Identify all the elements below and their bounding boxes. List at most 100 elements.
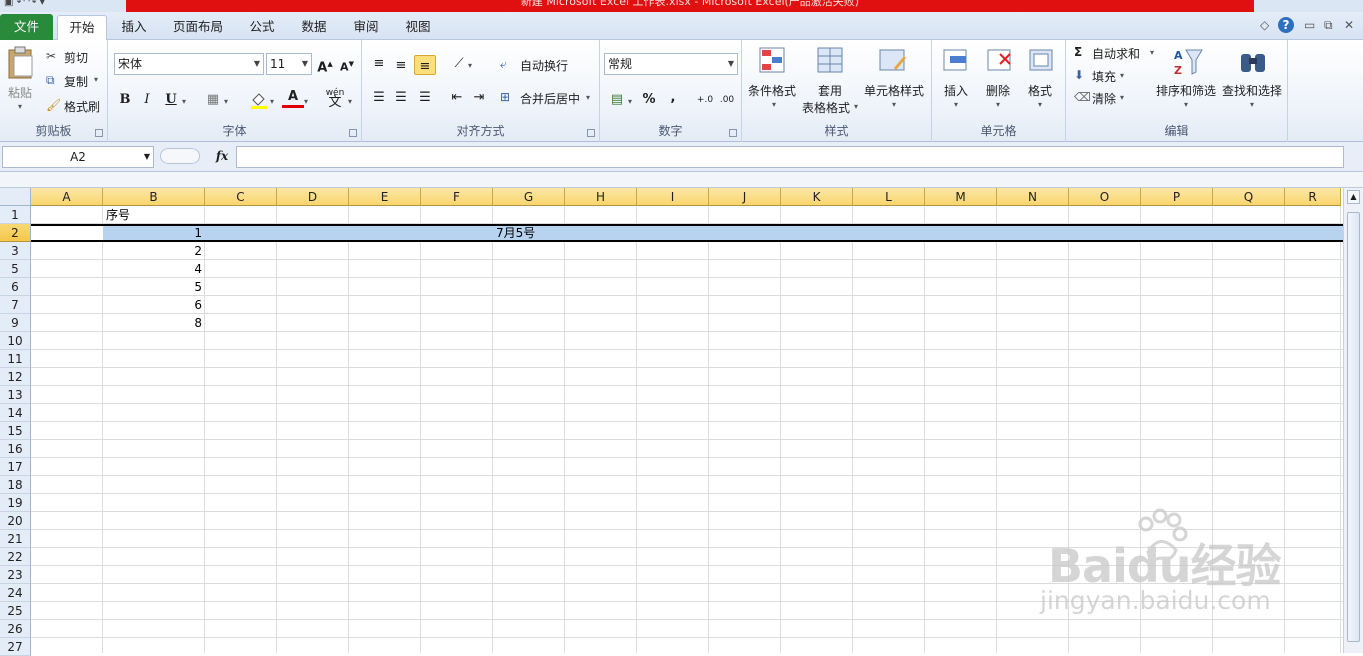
orientation-dropdown-icon[interactable]: ▾ (468, 61, 472, 70)
autosum-button[interactable]: Σ 自动求和 ▾ (1074, 44, 1154, 62)
row-header-24[interactable]: 24 (0, 584, 31, 602)
minimize-icon[interactable]: ▭ (1304, 18, 1315, 32)
underline-button[interactable]: U (160, 90, 182, 110)
percent-button[interactable]: % (638, 90, 660, 110)
active-cell[interactable] (31, 224, 103, 242)
column-header-m[interactable]: M (925, 188, 997, 206)
tab-home[interactable]: 开始 (57, 15, 107, 42)
column-header-j[interactable]: J (709, 188, 781, 206)
column-header-g[interactable]: G (493, 188, 565, 206)
column-header-b[interactable]: B (103, 188, 205, 206)
row-header-26[interactable]: 26 (0, 620, 31, 638)
number-launcher-icon[interactable] (729, 129, 737, 137)
column-header-q[interactable]: Q (1213, 188, 1285, 206)
row-header-21[interactable]: 21 (0, 530, 31, 548)
close-icon[interactable]: ✕ (1344, 18, 1354, 32)
row-header-6[interactable]: 6 (0, 278, 31, 296)
grow-font-icon[interactable]: A▲ (314, 54, 336, 75)
column-header-f[interactable]: F (421, 188, 493, 206)
cell-b9[interactable]: 8 (103, 314, 205, 332)
tab-insert[interactable]: 插入 (110, 15, 158, 40)
align-bottom-icon[interactable]: ≡ (414, 55, 436, 75)
row-header-12[interactable]: 12 (0, 368, 31, 386)
underline-dropdown-icon[interactable]: ▾ (182, 97, 186, 106)
row-header-19[interactable]: 19 (0, 494, 31, 512)
row-header-15[interactable]: 15 (0, 422, 31, 440)
merge-center-button[interactable]: ⊞ 合并后居中 ▾ (500, 88, 596, 108)
copy-button[interactable]: ⧉ 复制 ▾ (44, 72, 104, 90)
tab-view[interactable]: 视图 (394, 15, 442, 40)
row-header-23[interactable]: 23 (0, 566, 31, 584)
decrease-indent-icon[interactable]: ⇤ (446, 88, 468, 108)
format-cells-button[interactable]: 格式 ▾ (1022, 44, 1062, 116)
accounting-dropdown-icon[interactable]: ▾ (628, 97, 632, 106)
column-header-a[interactable]: A (31, 188, 103, 206)
cell-g2[interactable]: 7月5号 (493, 224, 535, 242)
row-header-22[interactable]: 22 (0, 548, 31, 566)
row-header-2[interactable]: 2 (0, 224, 31, 242)
restore-icon[interactable]: ⧉ (1324, 18, 1333, 33)
find-select-button[interactable]: 查找和选择 ▾ (1222, 44, 1286, 116)
select-all-corner[interactable] (0, 188, 31, 206)
decrease-decimal-icon[interactable]: .00 (716, 90, 738, 110)
wrap-text-button[interactable]: ⤶ 自动换行 (500, 55, 580, 75)
insert-cells-button[interactable]: 插入 ▾ (936, 44, 976, 116)
column-header-e[interactable]: E (349, 188, 421, 206)
align-right-icon[interactable]: ☰ (414, 88, 436, 108)
row-header-17[interactable]: 17 (0, 458, 31, 476)
font-launcher-icon[interactable] (349, 129, 357, 137)
sort-filter-button[interactable]: AZ 排序和筛选 ▾ (1156, 44, 1220, 116)
row-header-13[interactable]: 13 (0, 386, 31, 404)
quick-access-toolbar[interactable]: ▣ ↶ ↷ ▾ (4, 0, 45, 8)
row-header-16[interactable]: 16 (0, 440, 31, 458)
tab-data[interactable]: 数据 (290, 15, 338, 40)
row-header-25[interactable]: 25 (0, 602, 31, 620)
name-box[interactable]: A2 ▼ (2, 146, 154, 168)
ribbon-minimize-icon[interactable]: ◇ (1260, 18, 1269, 32)
row-header-9[interactable]: 9 (0, 314, 31, 332)
paste-button[interactable]: 粘贴 ▾ (4, 46, 38, 116)
font-size-select[interactable]: 11 ▼ (266, 53, 312, 75)
scrollbar-thumb[interactable] (1347, 212, 1360, 642)
column-header-p[interactable]: P (1141, 188, 1213, 206)
formula-bar-resize-handle[interactable] (160, 148, 200, 164)
row-header-1[interactable]: 1 (0, 206, 31, 224)
row-header-18[interactable]: 18 (0, 476, 31, 494)
row-header-20[interactable]: 20 (0, 512, 31, 530)
phonetic-icon[interactable]: wén 文 (324, 88, 346, 109)
column-header-n[interactable]: N (997, 188, 1069, 206)
tab-review[interactable]: 审阅 (342, 15, 390, 40)
cell-b2[interactable]: 1 (103, 224, 205, 242)
cell-styles-button[interactable]: 单元格样式 ▾ (864, 44, 928, 116)
shrink-font-icon[interactable]: A▼ (336, 54, 358, 74)
cell-b7[interactable]: 6 (103, 296, 205, 314)
italic-button[interactable]: I (136, 90, 158, 110)
borders-dropdown-icon[interactable]: ▾ (224, 97, 228, 106)
align-center-icon[interactable]: ☰ (390, 88, 412, 108)
row-header-14[interactable]: 14 (0, 404, 31, 422)
cell-b1[interactable]: 序号 (103, 206, 130, 224)
tab-formulas[interactable]: 公式 (238, 15, 286, 40)
format-as-table-button[interactable]: 套用 表格格式 ▾ (802, 44, 862, 116)
vertical-scrollbar[interactable]: ▲ (1343, 188, 1363, 653)
column-header-h[interactable]: H (565, 188, 637, 206)
insert-function-button[interactable]: fx (210, 146, 234, 168)
font-color-icon[interactable]: A (282, 88, 304, 108)
column-header-k[interactable]: K (781, 188, 853, 206)
cell-b6[interactable]: 5 (103, 278, 205, 296)
comma-button[interactable]: , (662, 88, 684, 108)
cell-b5[interactable]: 4 (103, 260, 205, 278)
column-header-r[interactable]: R (1285, 188, 1341, 206)
scroll-up-icon[interactable]: ▲ (1347, 190, 1360, 204)
phonetic-dropdown-icon[interactable]: ▾ (348, 97, 352, 106)
column-header-o[interactable]: O (1069, 188, 1141, 206)
fill-color-icon[interactable] (248, 90, 270, 110)
clear-button[interactable]: ⌫ 清除 ▾ (1074, 89, 1144, 107)
orientation-icon[interactable]: ⟋ (448, 54, 470, 74)
fill-button[interactable]: ⬇ 填充 ▾ (1074, 67, 1144, 85)
cut-button[interactable]: ✂ 剪切 (44, 48, 104, 66)
tab-page-layout[interactable]: 页面布局 (162, 15, 234, 40)
row-header-10[interactable]: 10 (0, 332, 31, 350)
clipboard-launcher-icon[interactable] (95, 129, 103, 137)
column-header-l[interactable]: L (853, 188, 925, 206)
